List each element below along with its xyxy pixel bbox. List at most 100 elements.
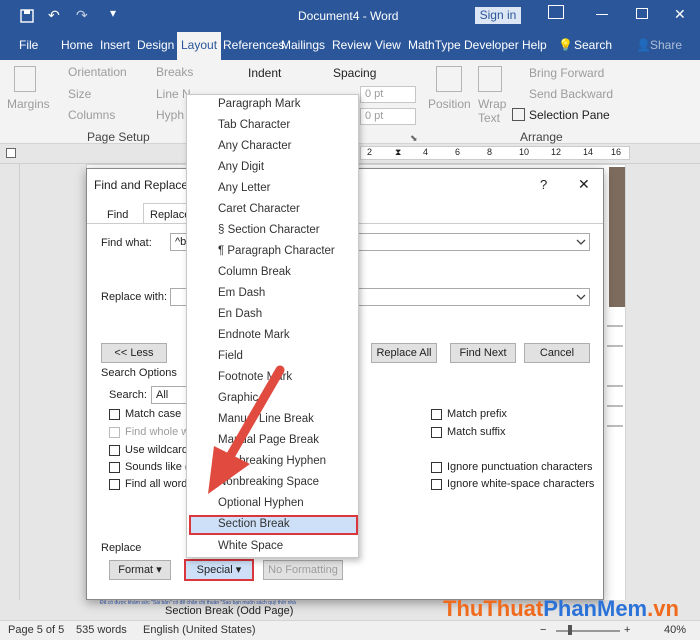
close-window-icon[interactable]: ✕: [674, 6, 686, 23]
tab-view[interactable]: View: [375, 38, 401, 52]
wrap-text-button[interactable]: Wrap: [478, 97, 506, 111]
red-arrow-icon: [208, 365, 285, 494]
less-button[interactable]: << Less: [101, 343, 167, 363]
tab-mathtype[interactable]: MathType: [408, 38, 461, 52]
menu-item-section-break[interactable]: Section Break: [218, 518, 290, 530]
zoom-level[interactable]: 40%: [664, 624, 686, 636]
replace-all-button[interactable]: Replace All: [371, 343, 437, 363]
menu-item-any-character[interactable]: Any Character: [218, 140, 292, 152]
ignore-whitespace-checkbox[interactable]: [431, 479, 442, 490]
tab-help[interactable]: Help: [522, 38, 547, 52]
tab-design[interactable]: Design: [137, 38, 174, 52]
spacing-before-input[interactable]: 0 pt: [360, 86, 416, 103]
save-icon[interactable]: [20, 9, 34, 23]
zoom-out-icon[interactable]: −: [540, 624, 546, 636]
menu-item-tab-character[interactable]: Tab Character: [218, 119, 290, 131]
zoom-slider[interactable]: [556, 630, 620, 632]
replace-section-label: Replace: [101, 542, 142, 554]
search-direction-value: All: [156, 389, 169, 401]
menu-item-paragraph-character[interactable]: ¶ Paragraph Character: [218, 245, 335, 257]
menu-item-white-space[interactable]: White Space: [218, 540, 283, 552]
selection-pane-button[interactable]: Selection Pane: [529, 108, 610, 122]
tab-selector-icon[interactable]: [6, 148, 16, 158]
tab-replace[interactable]: Replace: [143, 203, 191, 223]
caret-down-icon: ▾: [235, 564, 242, 576]
zoom-in-icon[interactable]: +: [624, 624, 630, 636]
word-count[interactable]: 535 words: [76, 624, 127, 636]
find-next-button[interactable]: Find Next: [450, 343, 516, 363]
position-button[interactable]: Position: [428, 97, 471, 111]
wrap-text-icon[interactable]: [478, 66, 502, 92]
minimize-icon[interactable]: [596, 14, 608, 15]
menu-item-any-letter[interactable]: Any Letter: [218, 182, 270, 194]
margins-icon[interactable]: [14, 66, 36, 92]
search-direction-select[interactable]: All: [151, 386, 191, 404]
menu-item-em-dash[interactable]: Em Dash: [218, 287, 265, 299]
vertical-ruler[interactable]: [0, 164, 20, 620]
tell-me-search[interactable]: Search: [574, 38, 612, 52]
menu-item-caret-character[interactable]: Caret Character: [218, 203, 300, 215]
menu-item-section-character[interactable]: § Section Character: [218, 224, 320, 236]
hyphenation-button[interactable]: Hyph: [156, 108, 184, 122]
match-suffix-checkbox[interactable]: [431, 427, 442, 438]
whole-words-checkbox[interactable]: [109, 427, 120, 438]
sounds-like-checkbox[interactable]: [109, 462, 120, 473]
dialog-title: Find and Replace: [94, 178, 189, 192]
chevron-down-icon[interactable]: [575, 291, 587, 303]
maximize-icon[interactable]: [636, 8, 648, 19]
menu-item-en-dash[interactable]: En Dash: [218, 308, 262, 320]
size-button[interactable]: Size: [68, 87, 91, 101]
tab-home[interactable]: Home: [61, 38, 93, 52]
help-button[interactable]: ?: [540, 177, 547, 192]
horizontal-ruler[interactable]: 2 ⧗ 4 6 8 10 12 14 16: [360, 146, 630, 160]
spacing-after-input[interactable]: 0 pt: [360, 108, 416, 125]
undo-icon[interactable]: ↶: [48, 7, 60, 24]
match-suffix-label: Match suffix: [447, 426, 506, 438]
spacing-label: Spacing: [333, 66, 377, 80]
ignore-punctuation-checkbox[interactable]: [431, 462, 442, 473]
tab-mailings[interactable]: Mailings: [281, 38, 325, 52]
position-icon[interactable]: [436, 66, 462, 92]
indent-label: Indent: [248, 66, 282, 80]
menu-item-paragraph-mark[interactable]: Paragraph Mark: [218, 98, 300, 110]
dialog-close-button[interactable]: ✕: [578, 176, 590, 193]
menu-item-endnote-mark[interactable]: Endnote Mark: [218, 329, 290, 341]
tab-layout[interactable]: Layout: [177, 32, 222, 60]
no-formatting-button[interactable]: No Formatting: [263, 560, 343, 580]
page-count[interactable]: Page 5 of 5: [8, 624, 64, 636]
ribbon-display-options-icon[interactable]: [548, 5, 564, 19]
share-button[interactable]: Share: [650, 38, 682, 52]
document-photo: [609, 167, 625, 307]
special-button[interactable]: Special ▾: [184, 559, 254, 581]
tab-developer[interactable]: Developer: [464, 38, 519, 52]
zoom-slider-thumb[interactable]: [568, 625, 572, 635]
tab-review[interactable]: Review: [332, 38, 371, 52]
menu-item-column-break[interactable]: Column Break: [218, 266, 291, 278]
columns-button[interactable]: Columns: [68, 108, 115, 122]
breaks-button[interactable]: Breaks: [156, 65, 193, 79]
paragraph-dialog-launcher-icon[interactable]: ⬊: [410, 133, 418, 144]
sign-in-button[interactable]: Sign in: [475, 7, 521, 24]
match-prefix-checkbox[interactable]: [431, 409, 442, 420]
window-title: Document4 - Word: [298, 9, 399, 23]
tab-file[interactable]: File: [19, 38, 38, 52]
cancel-button[interactable]: Cancel: [524, 343, 590, 363]
send-backward-button[interactable]: Send Backward: [529, 87, 613, 101]
match-case-checkbox[interactable]: [109, 409, 120, 420]
tab-references[interactable]: References: [223, 38, 284, 52]
format-button[interactable]: Format ▾: [109, 560, 171, 580]
word-forms-checkbox[interactable]: [109, 479, 120, 490]
menu-item-any-digit[interactable]: Any Digit: [218, 161, 264, 173]
tab-insert[interactable]: Insert: [100, 38, 130, 52]
orientation-button[interactable]: Orientation: [68, 65, 127, 79]
margins-button[interactable]: Margins: [7, 97, 50, 111]
bring-forward-button[interactable]: Bring Forward: [529, 66, 604, 80]
language[interactable]: English (United States): [143, 624, 256, 636]
indent-marker-icon[interactable]: ⧗: [395, 147, 401, 158]
wildcards-checkbox[interactable]: [109, 445, 120, 456]
tab-find[interactable]: Find: [107, 209, 128, 221]
chevron-down-icon[interactable]: [575, 236, 587, 248]
redo-icon[interactable]: ↷: [76, 7, 88, 24]
share-icon[interactable]: 👤: [636, 38, 651, 52]
customize-toolbar-icon[interactable]: ▾: [110, 6, 116, 20]
